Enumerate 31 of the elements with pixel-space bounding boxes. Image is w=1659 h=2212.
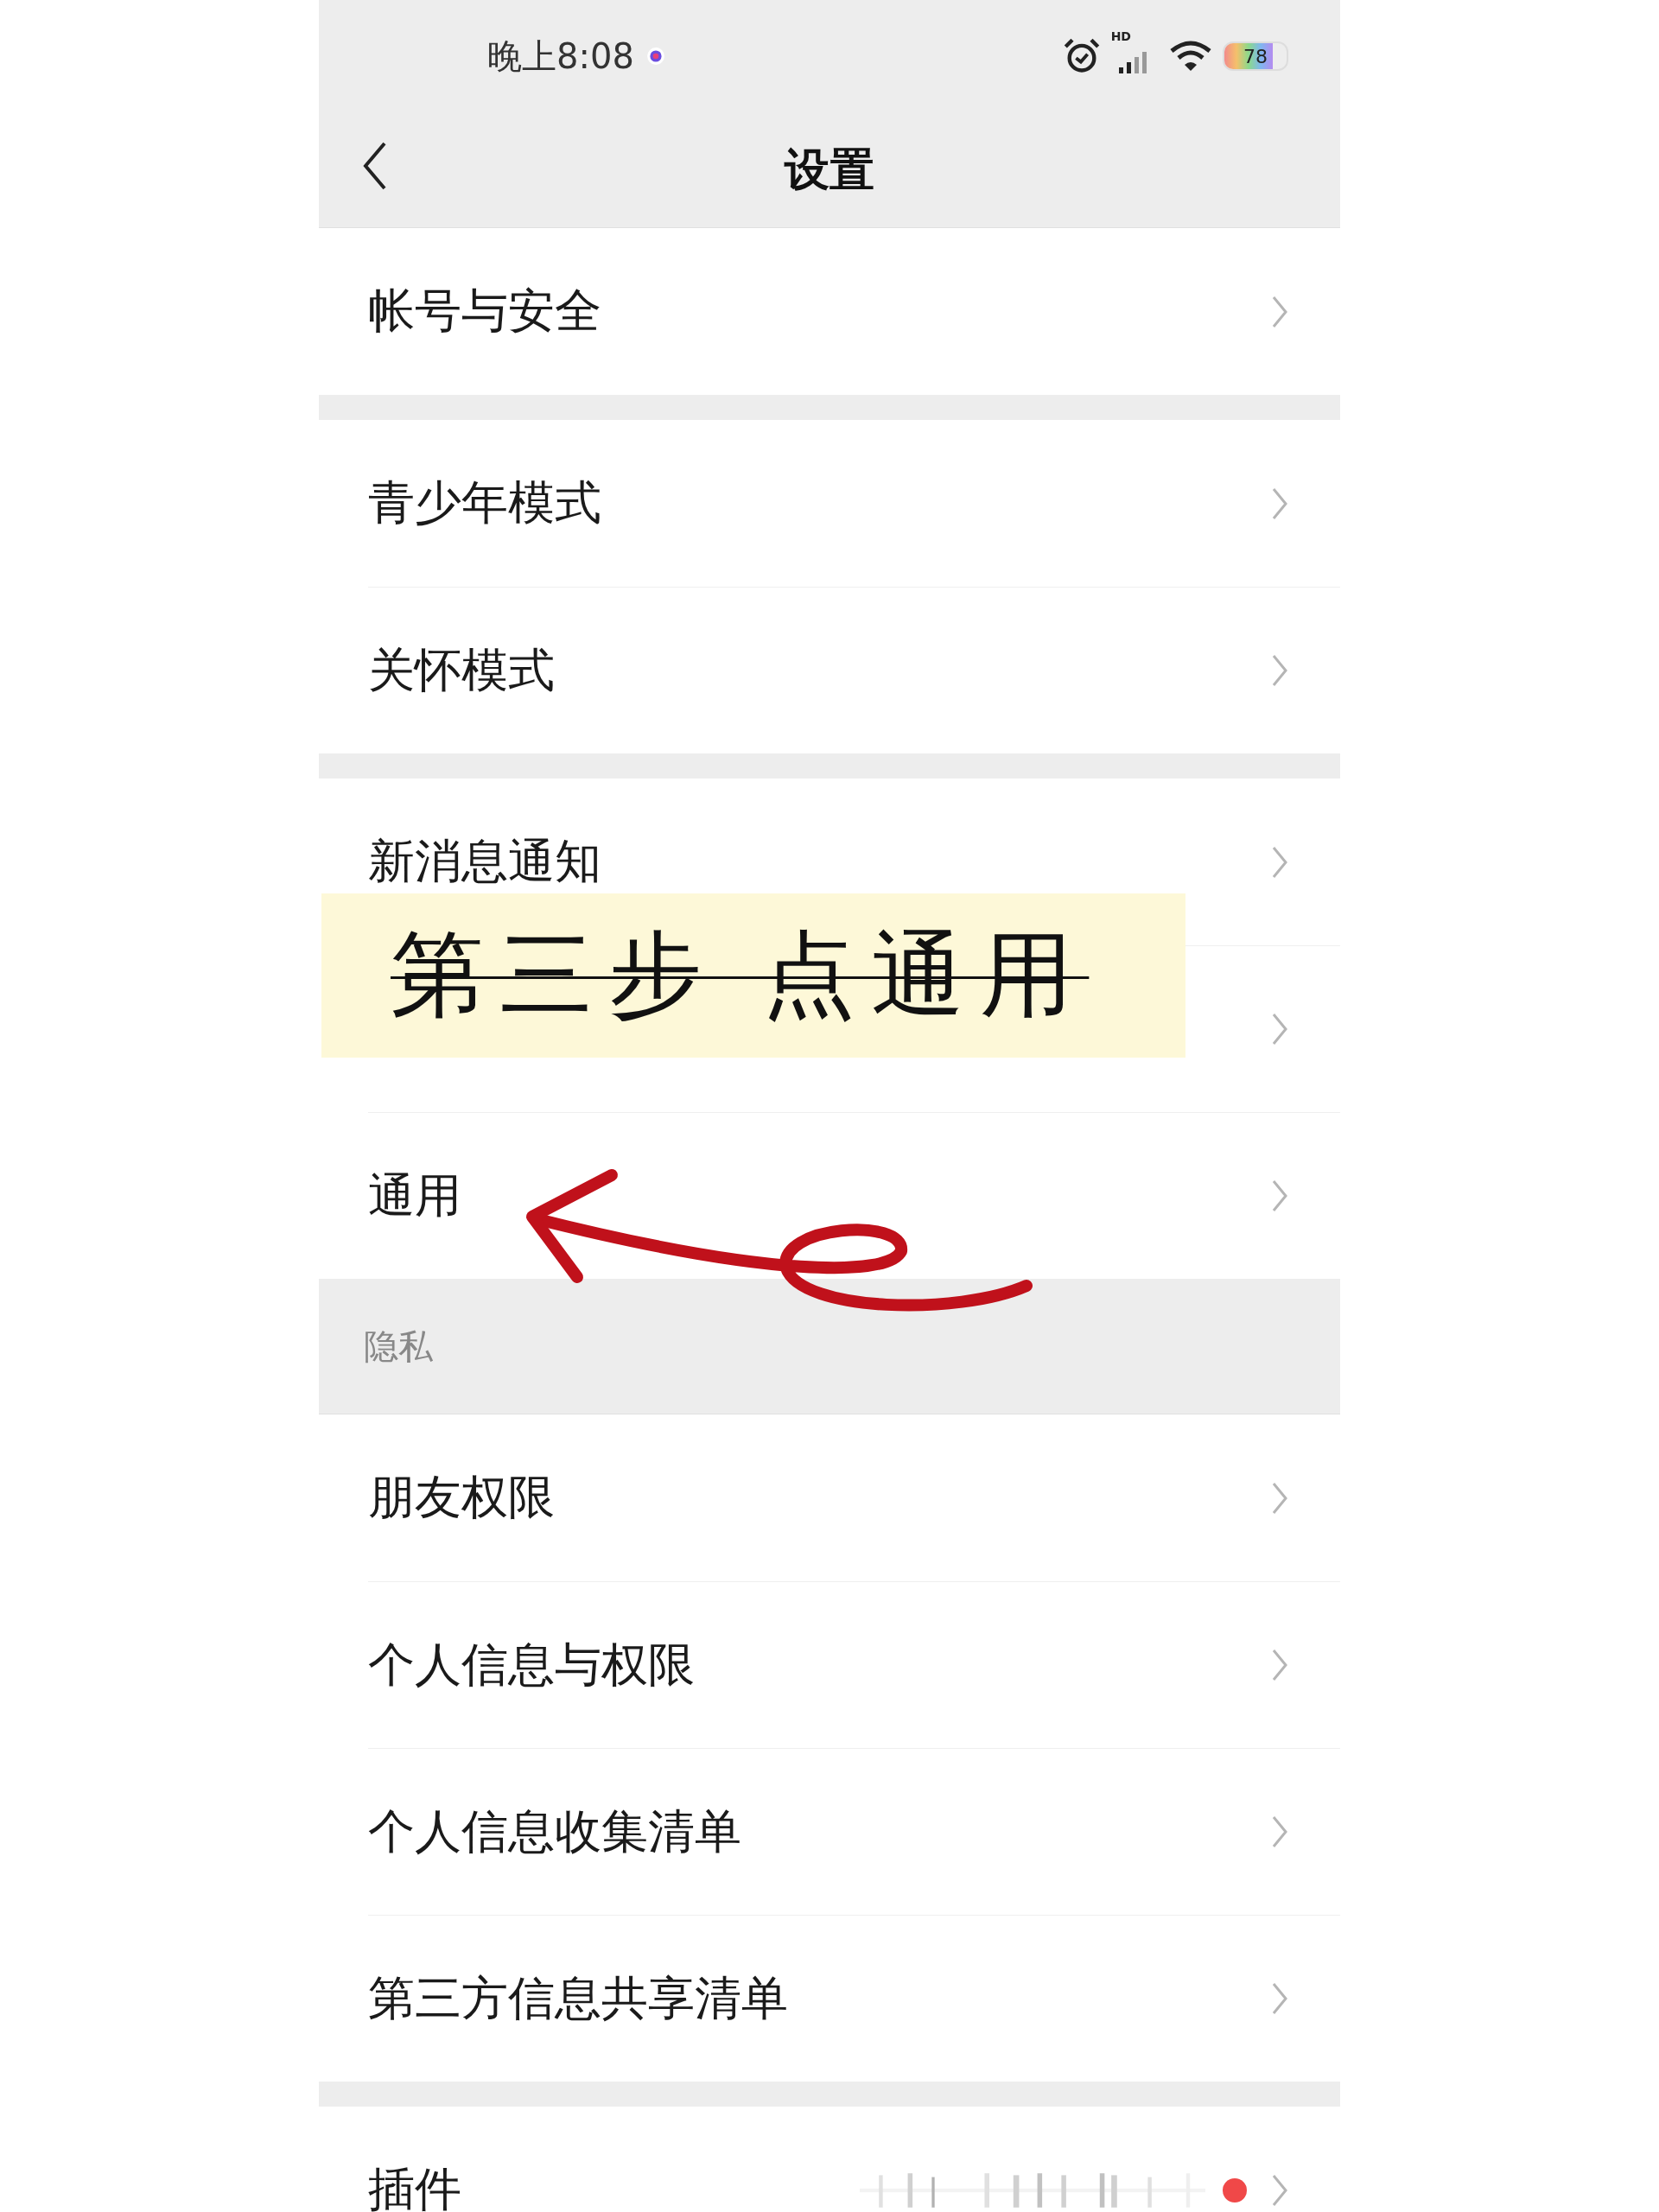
settings-item[interactable]: 通用 [368,1164,461,1228]
settings-item[interactable]: 个人信息与权限 [368,1633,695,1697]
app-icon [645,47,665,66]
settings-item[interactable]: 新消息通知 [368,830,601,893]
chevron-icon [1271,1648,1288,1682]
chevron-icon [1271,1480,1288,1516]
page-title: 设置 [785,143,874,197]
chevron-icon [1271,1815,1288,1849]
battery-icon: 78 [1223,41,1288,71]
handwritten-note: 第三步 点通用 [391,919,1090,1030]
settings-item[interactable]: 青少年模式 [368,472,601,535]
alarm-icon [1062,37,1101,75]
settings-item[interactable]: 朋友权限 [368,1466,555,1529]
chevron-icon [1271,294,1288,329]
chevron-icon [1271,486,1288,521]
settings-item[interactable]: 插件 [368,2158,461,2212]
settings-item[interactable]: 第三方信息共享清单 [368,1967,788,2031]
settings-item[interactable]: 个人信息收集清单 [368,1800,741,1864]
chevron-icon [1271,1981,1288,2016]
chevron-icon [1271,2172,1288,2208]
chevron-icon [1271,653,1288,688]
settings-item[interactable]: 关怀模式 [368,639,555,702]
settings-item[interactable]: 帐号与安全 [368,280,601,343]
wifi-icon [1169,39,1212,73]
chevron-icon [1271,1012,1288,1046]
status-time: 晚上8:08 [487,35,634,78]
section-header: 隐私 [364,1325,433,1368]
chevron-icon [1271,844,1288,880]
network-label: HD [1110,29,1131,43]
chevron-icon [1271,1179,1288,1213]
back-icon[interactable] [362,140,388,192]
